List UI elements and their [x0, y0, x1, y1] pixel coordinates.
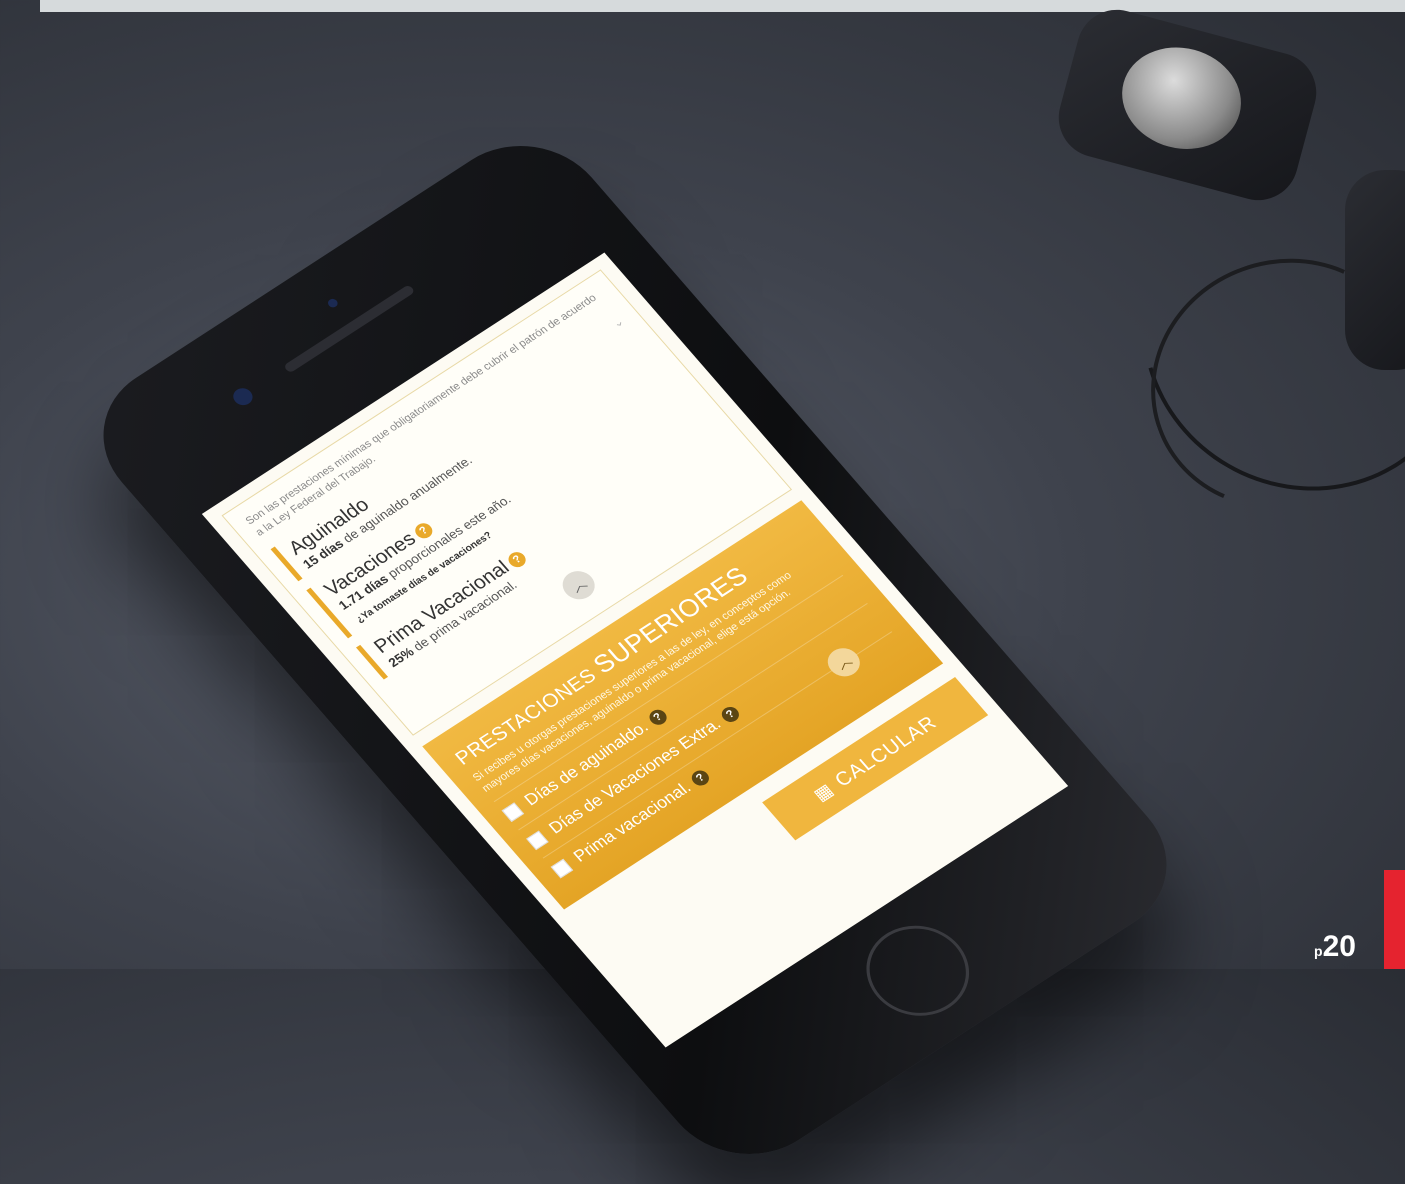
- front-camera: [229, 384, 257, 409]
- help-icon[interactable]: ?: [718, 703, 743, 725]
- earpiece-speaker: [283, 284, 416, 374]
- checkbox[interactable]: [501, 801, 524, 822]
- checkbox[interactable]: [550, 858, 573, 878]
- collapse-chevron-up-icon[interactable]: ︿: [556, 565, 602, 605]
- calculator-icon: ▦: [809, 779, 838, 805]
- intro-text: Son las prestaciones mínimas que obligat…: [243, 292, 600, 539]
- help-icon[interactable]: ?: [505, 548, 530, 570]
- page-number: p20: [1314, 930, 1356, 963]
- home-button: [845, 908, 990, 1034]
- checkbox[interactable]: [525, 830, 549, 850]
- top-bar: [40, 0, 1405, 12]
- help-icon[interactable]: ?: [688, 767, 713, 789]
- page-badge-bar: [1384, 870, 1405, 969]
- sensor: [326, 297, 340, 310]
- phone-screen: Son las prestaciones mínimas que obligat…: [201, 252, 1069, 1048]
- smartphone: Son las prestaciones mínimas que obligat…: [68, 116, 1202, 1184]
- help-icon[interactable]: ?: [645, 706, 670, 728]
